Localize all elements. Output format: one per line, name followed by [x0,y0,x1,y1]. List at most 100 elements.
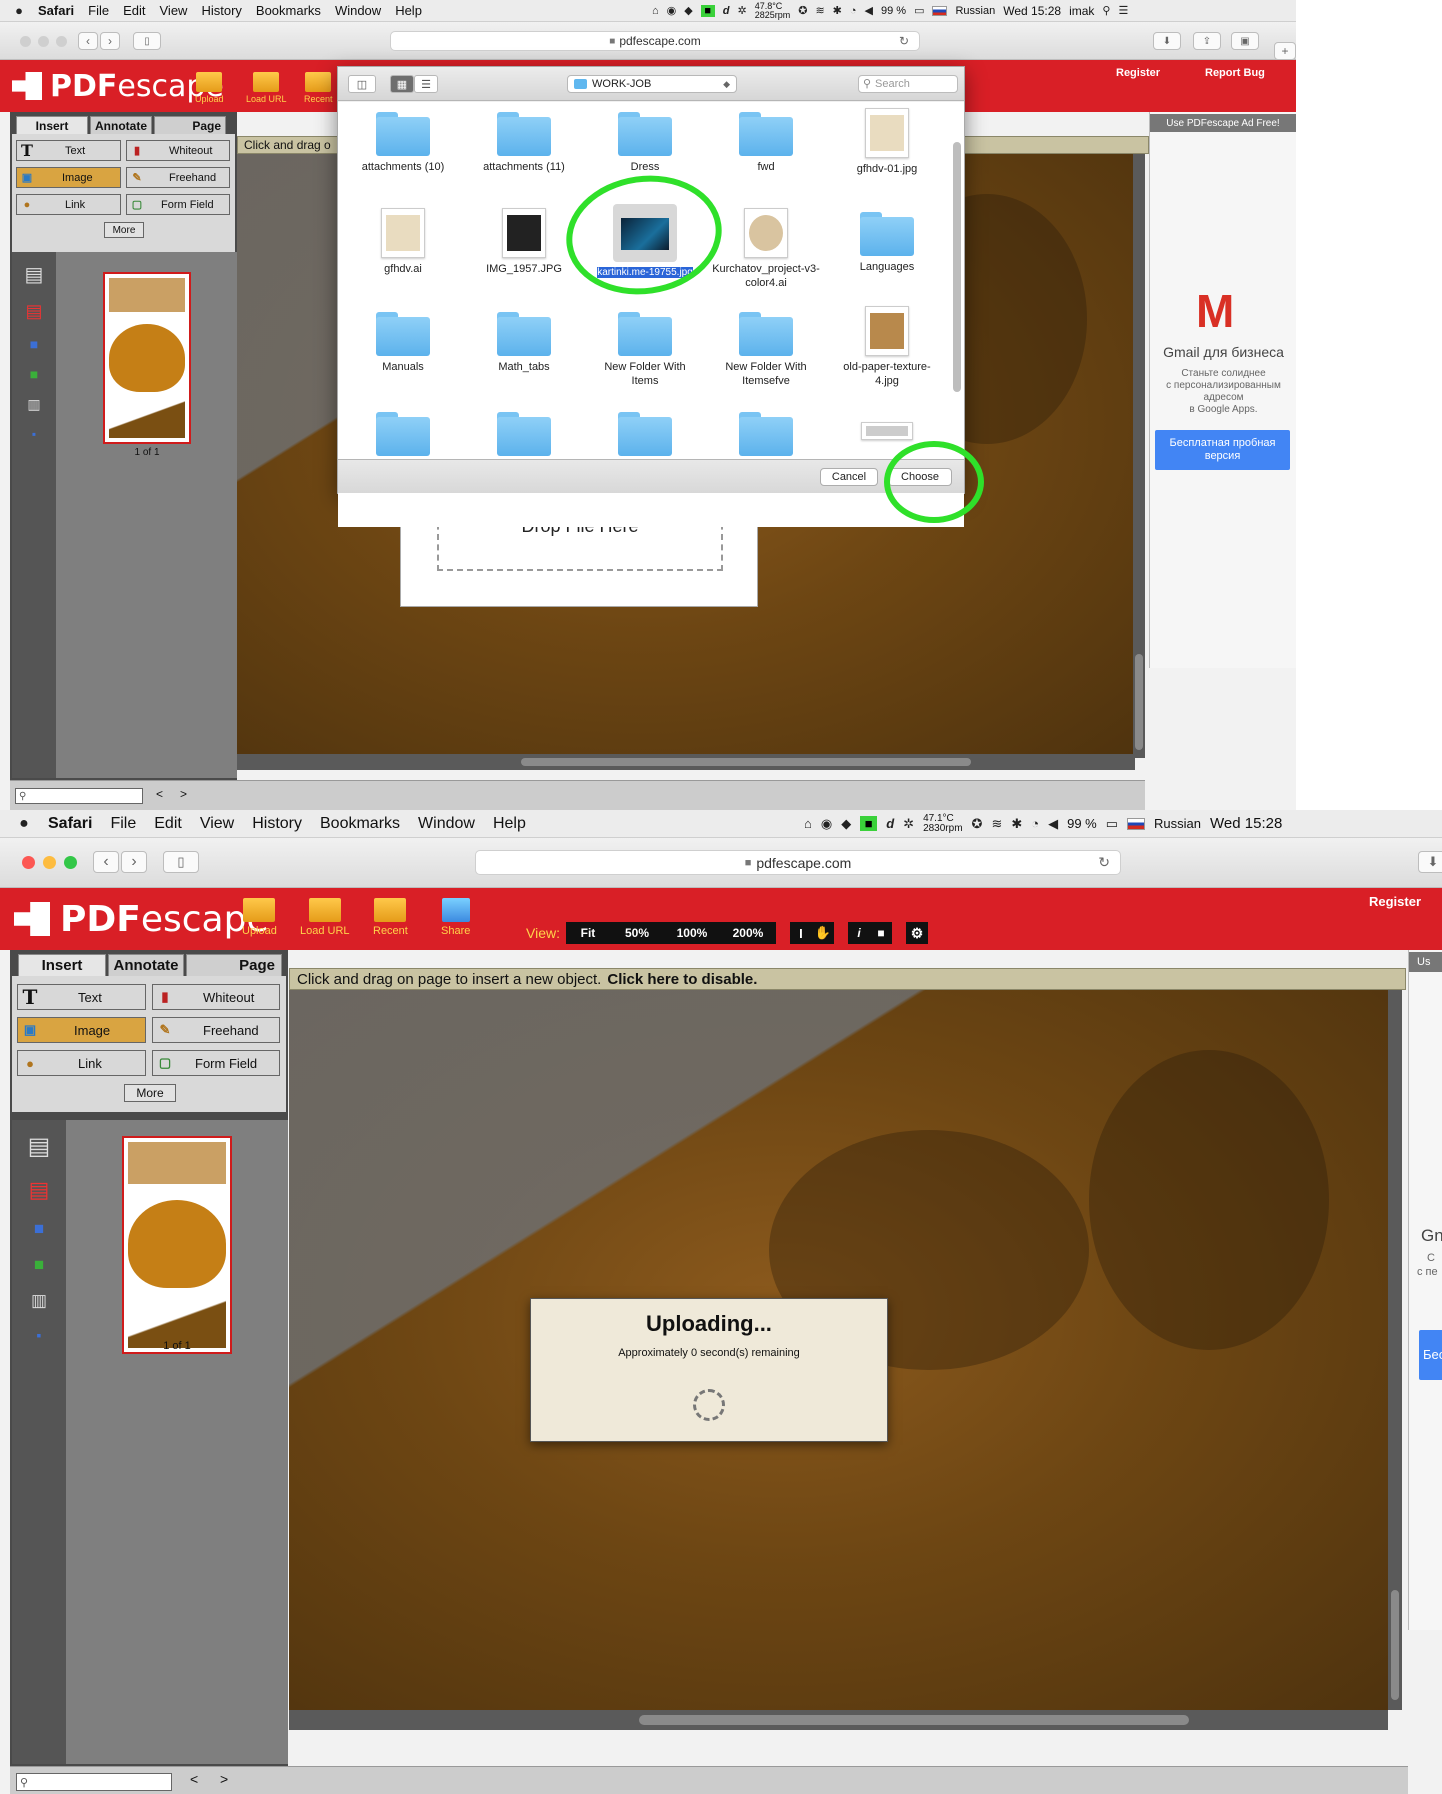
menu-history[interactable]: History [201,3,241,18]
sidebar-toggle-button[interactable]: ▯ [133,32,161,50]
upload-button[interactable]: Upload [195,72,224,104]
tab-annotate[interactable]: Annotate [108,954,184,976]
apple-icon[interactable]: ● [0,3,38,18]
document-icon[interactable]: ▤ [25,262,44,287]
share-button[interactable]: Share [441,898,470,937]
list-icon[interactable]: ☰ [1118,4,1128,17]
back-button[interactable]: ‹ [93,851,119,873]
menu-bookmarks[interactable]: Bookmarks [320,815,400,833]
upload-button[interactable]: Upload [242,898,277,937]
form-field-tool[interactable]: ▢ Form Field [126,194,230,215]
menu-view[interactable]: View [200,815,234,833]
pdfescape-logo[interactable]: PDF escape [12,68,224,104]
vertical-scrollbar[interactable] [1388,990,1402,1710]
link-tool[interactable]: ● Link [16,194,121,215]
recent-button[interactable]: Recent [373,898,408,937]
view-fit-button[interactable]: Fit [565,922,610,944]
tab-insert[interactable]: Insert [16,116,88,134]
more-tools-button[interactable]: More [124,1084,176,1102]
text-cursor-icon[interactable]: I [789,922,812,944]
text-tool[interactable]: T Text [17,984,146,1010]
file-item[interactable]: Math_tabs [469,312,579,375]
ad-header[interactable]: Us [1409,952,1442,972]
dialog-scrollbar-thumb[interactable] [953,142,961,392]
menu-view[interactable]: View [160,3,188,18]
tab-page[interactable]: Page [186,954,282,976]
address-bar[interactable]: ■ pdfescape.com ↻ [390,31,920,51]
dialog-search-input[interactable]: ⚲ Search [858,75,958,93]
next-page-button[interactable]: > [220,1771,228,1787]
cancel-button[interactable]: Cancel [820,468,878,486]
status-icon[interactable]: ■ [700,4,715,17]
save-icon[interactable]: ■ [30,336,38,352]
load-url-button[interactable]: Load URL [246,72,287,104]
file-item[interactable]: New Folder With Items [590,312,700,389]
ad-header[interactable]: Use PDFescape Ad Free! [1150,114,1296,132]
menu-edit[interactable]: Edit [154,815,182,833]
form-field-tool[interactable]: ▢ Form Field [152,1050,280,1076]
text-tool[interactable]: T Text [16,140,121,161]
volume-icon[interactable]: ◀ [865,4,873,17]
tab-annotate[interactable]: Annotate [90,116,152,134]
load-url-button[interactable]: Load URL [300,898,350,937]
clock[interactable]: Wed 15:28 [1210,815,1282,832]
file-item-partial[interactable] [832,422,942,440]
fan-icon[interactable]: ✲ [737,4,746,17]
status-icon[interactable]: ◆ [841,816,851,832]
ad-cta-button[interactable]: Бесплатная пробная версия [1155,430,1290,470]
menu-file[interactable]: File [88,3,109,18]
hint-disable-link[interactable]: Click here to disable. [607,971,757,988]
file-item[interactable]: New Folder With Itemsefve [711,312,821,389]
file-item[interactable]: Dress [590,112,700,175]
user-name[interactable]: imak [1069,4,1094,18]
whiteout-tool[interactable]: ▮ Whiteout [126,140,230,161]
back-button[interactable]: ‹ [78,32,98,50]
dictionary-icon[interactable]: d [723,5,730,17]
status-icon[interactable]: ■ [860,816,878,831]
horizontal-scroll-thumb[interactable] [639,1715,1189,1725]
insert-hint-bar[interactable]: Click and drag on page to insert a new o… [289,968,1406,990]
menu-window[interactable]: Window [335,3,381,18]
volume-icon[interactable]: ◀ [1048,816,1058,832]
dialog-sidebar-toggle[interactable]: ◫ [348,75,376,93]
pdf-icon[interactable]: ▤ [29,1177,50,1203]
battery-icon[interactable]: ▭ [1106,816,1118,832]
page-thumbnail[interactable] [122,1136,232,1354]
pdf-icon[interactable]: ▤ [25,301,42,322]
vertical-scroll-thumb[interactable] [1135,654,1143,750]
icon-view-button[interactable]: ▦ [390,75,414,93]
page-icon[interactable]: ▪ [32,427,36,441]
menu-history[interactable]: History [252,815,302,833]
ad-cta-button[interactable]: Бес [1419,1330,1442,1380]
file-item[interactable]: attachments (10) [348,112,458,175]
folder-popup[interactable]: WORK-JOB ◆ [567,75,737,93]
vertical-scrollbar[interactable] [1133,154,1145,758]
tabs-overview-button[interactable]: ▣ [1231,32,1259,50]
reload-icon[interactable]: ↻ [1098,854,1110,871]
save-icon[interactable]: ■ [34,1219,44,1239]
dictionary-icon[interactable]: d [886,816,894,831]
page-thumbnail[interactable] [103,272,191,444]
menu-app-name[interactable]: Safari [48,815,92,833]
menu-help[interactable]: Help [493,815,526,833]
tab-insert[interactable]: Insert [18,954,106,976]
battery-icon[interactable]: ▭ [914,4,924,17]
download-icon[interactable]: ■ [30,366,38,382]
image-tool[interactable]: ▣ Image [17,1017,146,1043]
airplay-icon[interactable]: ⌂ [804,816,812,831]
airplay-icon[interactable]: ⌂ [652,5,659,17]
image-tool[interactable]: ▣ Image [16,167,121,188]
register-link[interactable]: Register [1116,67,1160,79]
file-item[interactable]: old-paper-texture-4.jpg [832,306,942,389]
freehand-tool[interactable]: ✎ Freehand [152,1017,280,1043]
horizontal-scrollbar[interactable] [289,1710,1388,1730]
freehand-tool[interactable]: ✎ Freehand [126,167,230,188]
file-item[interactable]: Languages [832,212,942,275]
previous-page-button[interactable]: < [190,1771,198,1787]
menu-window[interactable]: Window [418,815,475,833]
menu-app-name[interactable]: Safari [38,3,74,18]
status-icon[interactable]: ◉ [667,4,677,17]
input-language[interactable]: Russian [1154,816,1201,831]
fan-icon[interactable]: ✲ [903,816,914,832]
zoom-window-button[interactable] [56,36,67,47]
